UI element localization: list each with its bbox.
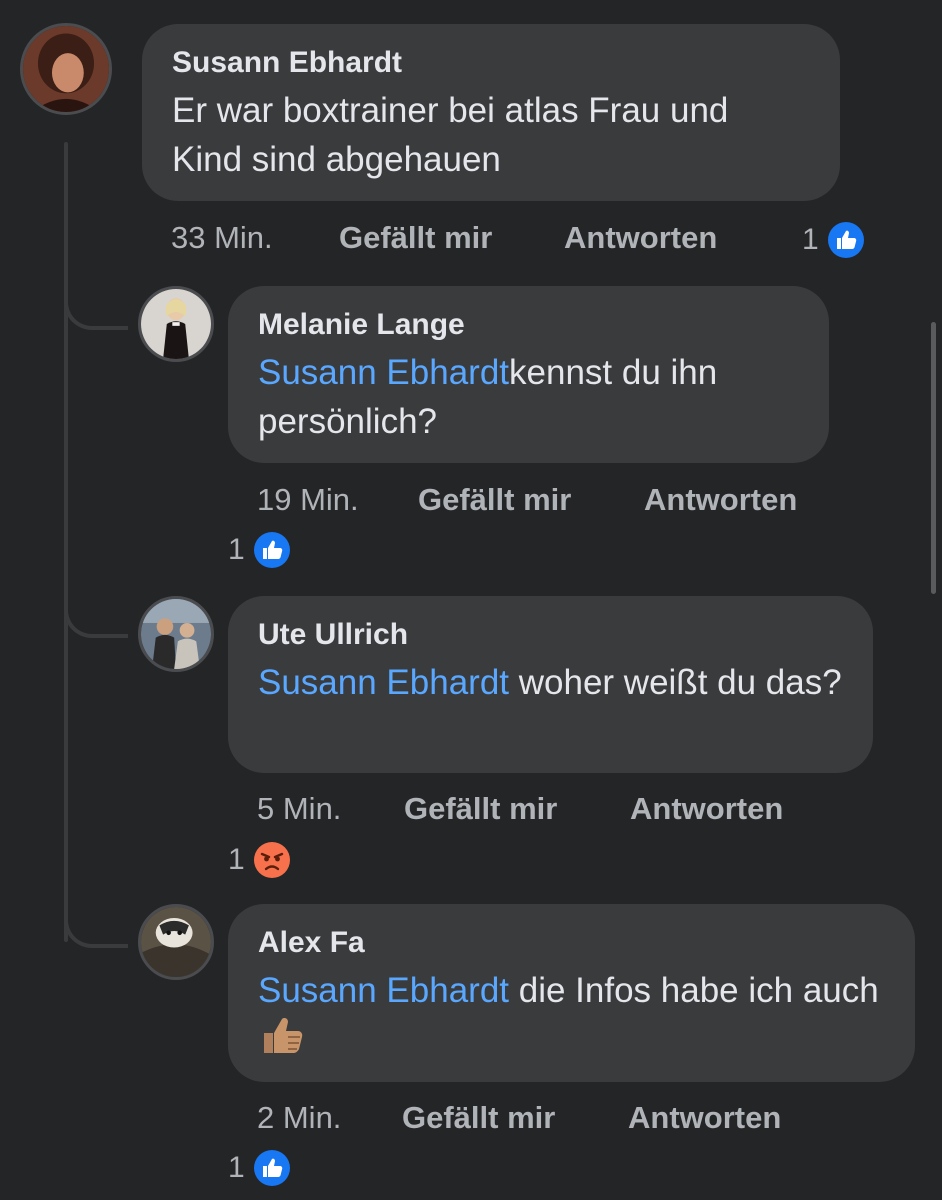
- reply-text-block: Susann Ebhardtkennst du ihn persönlich?: [258, 348, 801, 446]
- reply-time[interactable]: 5 Min.: [257, 789, 341, 829]
- reaction-count: 1: [228, 843, 245, 876]
- thread-branch: [64, 594, 128, 638]
- reaction-count: 1: [802, 223, 819, 256]
- reply-author[interactable]: Alex Fa: [258, 924, 887, 962]
- reaction-count: 1: [228, 533, 245, 566]
- reply-actions: 19 Min. Gefällt mir Antworten: [257, 480, 857, 520]
- reply-time[interactable]: 19 Min.: [257, 480, 359, 520]
- reaction-summary[interactable]: 1: [802, 220, 865, 260]
- avatar-susann-ebhardt[interactable]: [20, 23, 112, 115]
- reaction-count: 1: [228, 1151, 245, 1184]
- scrollbar[interactable]: [931, 322, 936, 594]
- comment-text: Er war boxtrainer bei atlas Frau und Kin…: [172, 91, 729, 179]
- thumbs-up-emoji: [258, 1015, 306, 1055]
- like-button[interactable]: Gefällt mir: [339, 218, 492, 258]
- mention-link[interactable]: Susann Ebhardt: [258, 971, 509, 1010]
- reply-text-block: Susann Ebhardt die Infos habe ich auch: [258, 966, 887, 1064]
- reply-actions: 5 Min. Gefällt mir Antworten: [257, 789, 857, 829]
- reply-button[interactable]: Antworten: [564, 218, 717, 258]
- reply-text: woher weißt du das?: [509, 663, 842, 702]
- comment-actions: 33 Min. Gefällt mir Antworten: [171, 218, 771, 258]
- reply-button[interactable]: Antworten: [630, 789, 783, 829]
- reply-author[interactable]: Melanie Lange: [258, 306, 801, 344]
- reply-bubble: Melanie Lange Susann Ebhardtkennst du ih…: [228, 286, 829, 463]
- like-icon: [253, 1149, 291, 1187]
- thread-branch: [64, 904, 128, 948]
- reply-text-block: Susann Ebhardt woher weißt du das?: [258, 658, 845, 707]
- like-icon: [253, 531, 291, 569]
- thread-line: [64, 142, 68, 942]
- reply-author[interactable]: Ute Ullrich: [258, 616, 845, 654]
- reaction-summary[interactable]: 1: [228, 530, 291, 570]
- reply-actions: 2 Min. Gefällt mir Antworten: [257, 1098, 857, 1138]
- reply-text: die Infos habe ich auch: [509, 971, 879, 1010]
- comment-time[interactable]: 33 Min.: [171, 218, 273, 258]
- avatar-melanie-lange[interactable]: [138, 286, 214, 362]
- comment-author[interactable]: Susann Ebhardt: [172, 44, 812, 82]
- reply-button[interactable]: Antworten: [644, 480, 797, 520]
- reply-time[interactable]: 2 Min.: [257, 1098, 341, 1138]
- avatar-ute-ullrich[interactable]: [138, 596, 214, 672]
- reply-bubble: Ute Ullrich Susann Ebhardt woher weißt d…: [228, 596, 873, 773]
- reaction-summary[interactable]: 1: [228, 1148, 291, 1188]
- reaction-summary[interactable]: 1: [228, 840, 291, 880]
- angry-icon: [253, 841, 291, 879]
- comment-bubble: Susann Ebhardt Er war boxtrainer bei atl…: [142, 24, 840, 201]
- reply-bubble: Alex Fa Susann Ebhardt die Infos habe ic…: [228, 904, 915, 1082]
- avatar-alex-fa[interactable]: [138, 904, 214, 980]
- like-icon: [827, 221, 865, 259]
- like-button[interactable]: Gefällt mir: [402, 1098, 555, 1138]
- thread-branch: [64, 286, 128, 330]
- like-button[interactable]: Gefällt mir: [418, 480, 571, 520]
- mention-link[interactable]: Susann Ebhardt: [258, 353, 509, 392]
- like-button[interactable]: Gefällt mir: [404, 789, 557, 829]
- reply-button[interactable]: Antworten: [628, 1098, 781, 1138]
- mention-link[interactable]: Susann Ebhardt: [258, 663, 509, 702]
